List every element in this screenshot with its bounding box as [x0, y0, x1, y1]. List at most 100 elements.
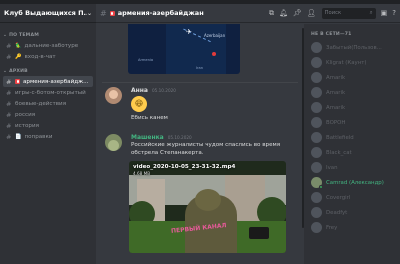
member-item[interactable]: Ivan: [304, 160, 400, 175]
category-label: ПО ТЕМАМ: [9, 33, 39, 38]
hash-icon: #: [6, 77, 12, 86]
category-topics[interactable]: ⌄ ПО ТЕМАМ: [0, 31, 96, 40]
channel-label: дальние-заботуре: [24, 42, 79, 49]
member-item[interactable]: Frey: [304, 220, 400, 235]
member-item[interactable]: Covergirl: [304, 190, 400, 205]
bell-icon[interactable]: 🔔︎: [279, 9, 288, 17]
channel-item[interactable]: # игры-с-ботом-открытый: [3, 87, 93, 98]
server-header[interactable]: Клуб Выдающихся П... ⌄: [0, 4, 96, 23]
chevron-down-icon: ⌄: [86, 9, 92, 17]
members-icon[interactable]: 👤︎: [307, 9, 316, 17]
key-icon: 🔑: [15, 53, 22, 60]
avatar: [311, 87, 322, 98]
channel-sidebar: Клуб Выдающихся П... ⌄ ⌄ ПО ТЕМАМ # 🦜 да…: [0, 4, 96, 264]
category-label: АРХИВ: [9, 69, 28, 74]
message-text: Ебись канем: [131, 115, 168, 121]
help-icon[interactable]: ?: [392, 9, 396, 17]
avatar: [311, 102, 322, 113]
avatar: [311, 132, 322, 143]
member-item[interactable]: Kligrat (Каунт): [304, 55, 400, 70]
avatar: [311, 222, 322, 233]
pin-icon[interactable]: 📌︎: [293, 9, 302, 17]
map-label: Iran: [196, 66, 204, 70]
username[interactable]: Анна: [131, 87, 148, 94]
parrot-icon: 🦜: [15, 42, 22, 49]
channel-item[interactable]: # 🔑 вход-в-чат: [3, 51, 93, 62]
channel-label: россия: [15, 111, 36, 118]
member-item[interactable]: Deadfyt: [304, 205, 400, 220]
member-item[interactable]: BOPOH: [304, 115, 400, 130]
threads-icon[interactable]: ⧉: [269, 9, 274, 18]
camera-icon: [249, 227, 269, 239]
video-filename[interactable]: video_2020-10-05_23-31-32.mp4: [133, 164, 235, 170]
avatar: [311, 162, 322, 173]
server-name: Клуб Выдающихся П...: [4, 9, 87, 17]
video-head: [195, 189, 221, 211]
online-status-icon: [319, 185, 323, 189]
channel-item[interactable]: # 🦜 дальние-заботуре: [3, 40, 93, 51]
avatar[interactable]: [105, 87, 122, 104]
message-divider: [102, 82, 298, 83]
channel-label: вход-в-чат: [24, 53, 56, 60]
username[interactable]: Машенка: [131, 134, 164, 141]
channel-label: история: [15, 122, 39, 129]
category-archive[interactable]: ⌄ АРХИВ: [0, 67, 96, 76]
document-icon: 📄: [15, 133, 22, 140]
hash-icon: #: [6, 41, 12, 50]
member-item-online[interactable]: Camrad (Александр): [304, 175, 400, 190]
member-item[interactable]: Amarik: [304, 70, 400, 85]
search-input[interactable]: Поиск ⌕: [321, 7, 376, 19]
member-item[interactable]: Amarik: [304, 100, 400, 115]
member-item[interactable]: Забытый(Пользов...: [304, 40, 400, 55]
avatar: [311, 207, 322, 218]
chevron-down-icon: ⌄: [3, 33, 8, 38]
airplane-icon: ✈: [186, 28, 192, 36]
chevron-down-icon: ⌄: [3, 69, 8, 74]
inbox-icon[interactable]: ▣: [381, 9, 388, 17]
hash-icon: #: [100, 8, 107, 18]
avatar: [311, 192, 322, 203]
channel-item[interactable]: # россия: [3, 109, 93, 120]
video-attachment[interactable]: ПЕРВЫЙ КАНАЛ video_2020-10-05_23-31-32.m…: [129, 161, 286, 253]
channel-header: # армения-азербайджан ⧉ 🔔︎ 📌︎ 👤︎ Поиск ⌕…: [96, 4, 400, 23]
avatar: [311, 147, 322, 158]
hash-icon: #: [6, 132, 12, 141]
message-list: ✈ Azerbaijan Armenia Iran Анна 05.10.202…: [96, 24, 304, 264]
channel-item[interactable]: # боевые-действия: [3, 98, 93, 109]
channel-item-active[interactable]: # армения-азербайдж...: [3, 76, 93, 87]
hash-icon: #: [6, 110, 12, 119]
channel-label: армения-азербайдж...: [23, 78, 89, 85]
channel-label: боевые-действия: [15, 100, 67, 107]
channel-item[interactable]: # 📄 поправки: [3, 131, 93, 142]
timestamp: 05.10.2020: [151, 88, 176, 93]
avatar: [311, 72, 322, 83]
avatar: [311, 117, 322, 128]
channel-item[interactable]: # история: [3, 120, 93, 131]
laughing-emoji-icon: 😆: [131, 96, 147, 112]
channel-label: игры-с-ботом-открытый: [15, 89, 86, 96]
map-label: Armenia: [138, 58, 154, 62]
member-list: НЕ В СЕТИ—71 Забытый(Пользов... Kligrat …: [304, 24, 400, 264]
search-placeholder: Поиск: [324, 10, 342, 16]
search-icon: ⌕: [369, 9, 373, 16]
member-item[interactable]: Amarik: [304, 85, 400, 100]
avatar[interactable]: [105, 134, 122, 151]
hash-icon: #: [6, 121, 12, 130]
avatar: [311, 177, 323, 189]
channel-title: армения-азербайджан: [117, 9, 204, 17]
video-filesize: 4.68 MB: [133, 171, 151, 176]
hash-icon: #: [6, 99, 12, 108]
avatar: [311, 42, 322, 53]
member-category: НЕ В СЕТИ—71: [311, 32, 352, 37]
hash-icon: #: [6, 88, 12, 97]
map-embed-image[interactable]: ✈ Azerbaijan Armenia Iran: [128, 24, 240, 74]
member-item[interactable]: Black_cat: [304, 145, 400, 160]
red-square-icon: [109, 10, 115, 16]
red-square-icon: [15, 79, 20, 84]
message-text-line: Российские журналисты чудом спаслись во …: [131, 142, 281, 148]
map-pin-icon: [212, 52, 216, 56]
avatar: [311, 57, 322, 68]
hash-icon: #: [6, 52, 12, 61]
timestamp: 05.10.2020: [167, 135, 192, 140]
member-item[interactable]: Battlefield: [304, 130, 400, 145]
